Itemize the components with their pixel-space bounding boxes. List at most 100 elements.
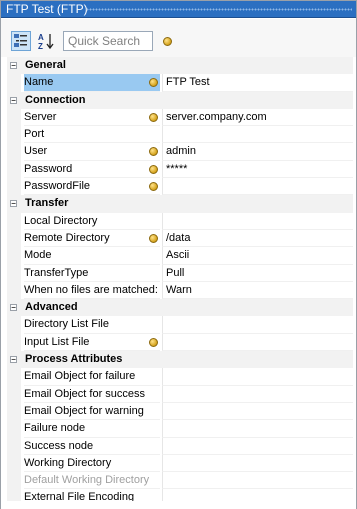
property-name[interactable]: Password bbox=[24, 161, 160, 179]
row-gutter bbox=[7, 126, 21, 144]
property-value[interactable]: /data bbox=[162, 229, 353, 248]
row-gutter bbox=[7, 437, 21, 455]
row-gutter bbox=[7, 368, 21, 386]
property-row[interactable]: Password ***** bbox=[7, 160, 353, 179]
property-row[interactable]: Default Working Directory bbox=[7, 472, 353, 490]
property-value[interactable] bbox=[162, 402, 353, 421]
collapse-toggle-icon[interactable]: − bbox=[10, 62, 17, 70]
property-value[interactable] bbox=[162, 212, 353, 230]
property-name[interactable]: Working Directory bbox=[24, 455, 160, 473]
quick-search-input[interactable]: Quick Search bbox=[63, 31, 153, 51]
property-row[interactable]: Email Object for failure bbox=[7, 368, 353, 386]
category-advanced[interactable]: − Advanced bbox=[7, 299, 353, 317]
svg-text:Z: Z bbox=[38, 42, 43, 51]
property-row[interactable]: Success node bbox=[7, 437, 353, 455]
property-name[interactable]: Server bbox=[24, 109, 160, 127]
panel-title-bar[interactable]: FTP Test (FTP) bbox=[1, 1, 356, 18]
property-name[interactable]: Remote Directory bbox=[24, 230, 160, 248]
property-name[interactable]: Email Object for success bbox=[24, 386, 160, 403]
property-row[interactable]: Failure node bbox=[7, 420, 353, 438]
property-name[interactable]: Directory List File bbox=[24, 316, 160, 334]
property-name[interactable]: User bbox=[24, 143, 160, 161]
property-name[interactable]: Port bbox=[24, 126, 160, 144]
collapse-toggle-icon[interactable]: − bbox=[10, 356, 17, 364]
row-gutter bbox=[7, 281, 21, 300]
property-row[interactable]: Input List File bbox=[7, 333, 353, 352]
property-value[interactable]: server.company.com bbox=[162, 108, 353, 127]
sort-alphabetical-icon: A Z bbox=[38, 33, 54, 51]
collapse-toggle-icon[interactable]: − bbox=[10, 304, 17, 312]
property-value[interactable] bbox=[162, 385, 353, 403]
property-name[interactable]: Email Object for warning bbox=[24, 403, 160, 421]
row-gutter bbox=[7, 178, 21, 196]
property-name[interactable]: When no files are matched: bbox=[24, 282, 160, 300]
property-name[interactable]: PasswordFile bbox=[24, 178, 160, 196]
property-row[interactable]: Directory List File bbox=[7, 316, 353, 334]
property-row[interactable]: TransferType Pull bbox=[7, 264, 353, 282]
category-label: Process Attributes bbox=[25, 353, 123, 366]
property-value[interactable] bbox=[162, 420, 353, 438]
property-name[interactable]: Name bbox=[24, 74, 160, 92]
parameter-coin-icon[interactable] bbox=[149, 112, 158, 122]
property-value[interactable] bbox=[162, 316, 353, 334]
collapse-toggle-icon[interactable]: − bbox=[10, 200, 17, 208]
property-row[interactable]: When no files are matched: Warn bbox=[7, 281, 353, 300]
row-gutter bbox=[7, 472, 21, 490]
category-label: General bbox=[25, 59, 66, 71]
alphabetical-sort-button[interactable]: A Z bbox=[36, 31, 56, 51]
property-row[interactable]: Email Object for success bbox=[7, 385, 353, 403]
property-value[interactable] bbox=[162, 333, 353, 352]
property-row[interactable]: PasswordFile bbox=[7, 178, 353, 196]
title-bar-grip bbox=[86, 8, 352, 11]
property-toolbar: A Z Quick Search bbox=[1, 19, 356, 57]
property-row[interactable]: Server server.company.com bbox=[7, 108, 353, 127]
property-name[interactable]: Local Directory bbox=[24, 213, 160, 230]
property-name[interactable]: Email Object for failure bbox=[24, 368, 160, 386]
categorized-view-button[interactable] bbox=[11, 31, 31, 51]
property-row[interactable]: Working Directory bbox=[7, 454, 353, 473]
property-row[interactable]: Local Directory bbox=[7, 212, 353, 230]
panel-bottom bbox=[1, 501, 356, 509]
property-name[interactable]: Success node bbox=[24, 438, 160, 455]
parameter-coin-icon[interactable] bbox=[149, 233, 158, 243]
property-value[interactable]: Ascii bbox=[162, 247, 353, 265]
category-general[interactable]: − General bbox=[7, 57, 353, 75]
parameter-coin-icon[interactable] bbox=[163, 37, 172, 46]
property-name[interactable]: Input List File bbox=[24, 334, 160, 352]
row-gutter bbox=[7, 264, 21, 282]
property-row[interactable]: Port bbox=[7, 126, 353, 144]
property-name[interactable]: Failure node bbox=[24, 420, 160, 438]
property-value[interactable] bbox=[162, 472, 353, 490]
property-value[interactable] bbox=[162, 437, 353, 455]
category-transfer[interactable]: − Transfer bbox=[7, 195, 353, 213]
property-value[interactable]: admin bbox=[162, 143, 353, 161]
category-label: Transfer bbox=[25, 197, 69, 210]
row-gutter bbox=[7, 454, 21, 473]
category-label: Connection bbox=[25, 93, 86, 106]
property-row[interactable]: Mode Ascii bbox=[7, 247, 353, 265]
parameter-coin-icon[interactable] bbox=[149, 182, 158, 192]
svg-text:A: A bbox=[38, 33, 44, 42]
property-value[interactable] bbox=[162, 368, 353, 386]
parameter-coin-icon[interactable] bbox=[149, 164, 158, 174]
property-name[interactable]: Mode bbox=[24, 247, 160, 265]
collapse-toggle-icon[interactable]: − bbox=[10, 96, 17, 104]
property-value[interactable]: Warn bbox=[162, 281, 353, 300]
category-process-attributes[interactable]: − Process Attributes bbox=[7, 351, 353, 369]
property-row[interactable]: Name FTP Test bbox=[7, 74, 353, 92]
row-gutter bbox=[7, 316, 21, 334]
property-row[interactable]: User admin bbox=[7, 143, 353, 161]
category-connection[interactable]: − Connection bbox=[7, 91, 353, 109]
property-value[interactable] bbox=[162, 178, 353, 196]
property-value[interactable] bbox=[162, 126, 353, 144]
property-row[interactable]: Remote Directory/data bbox=[7, 229, 353, 248]
property-value[interactable]: ***** bbox=[162, 160, 353, 179]
property-row[interactable]: Email Object for warning bbox=[7, 402, 353, 421]
property-name[interactable]: Default Working Directory bbox=[24, 472, 160, 490]
property-value[interactable]: Pull bbox=[162, 264, 353, 282]
property-value[interactable]: FTP Test bbox=[162, 74, 353, 92]
parameter-coin-icon[interactable] bbox=[149, 337, 158, 347]
property-value[interactable] bbox=[162, 454, 353, 473]
panel-title: FTP Test (FTP) bbox=[6, 2, 88, 16]
property-name[interactable]: TransferType bbox=[24, 265, 160, 282]
